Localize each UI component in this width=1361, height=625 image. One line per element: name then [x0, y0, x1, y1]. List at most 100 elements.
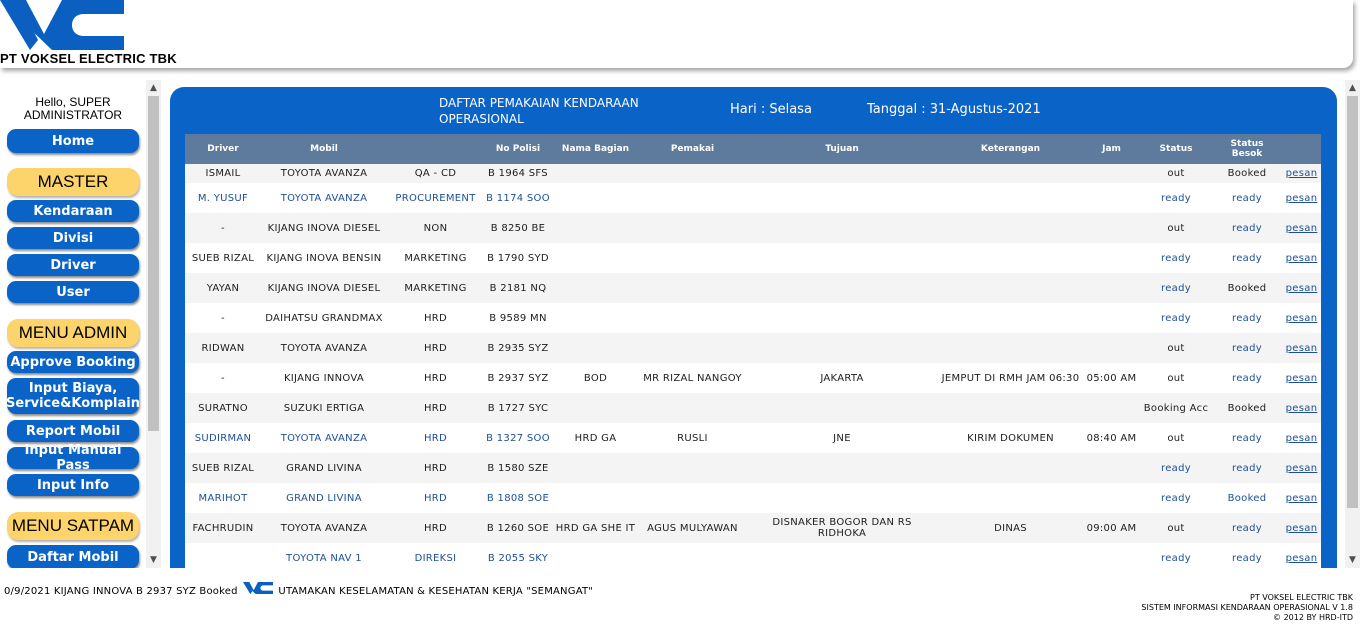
scroll-down-icon[interactable]: ▼ [146, 553, 161, 567]
pesan-link[interactable]: pesan [1286, 343, 1318, 354]
cell-besok: ready [1232, 552, 1262, 564]
cell-divisi: HRD [423, 312, 448, 324]
cell-mobil: TOYOTA AVANZA [280, 168, 368, 179]
cell-aksi: pesan [1282, 453, 1321, 483]
pesan-link[interactable]: pesan [1286, 523, 1318, 534]
cell-besok: ready [1232, 252, 1262, 264]
cell-divisi: HRD [423, 342, 448, 354]
sidebar-item-divisi[interactable]: Divisi [7, 227, 139, 249]
sidebar-item-input-biaya[interactable]: Input Biaya, Service&Komplain [6, 378, 140, 414]
cell-jam [1083, 543, 1140, 568]
cell-pemakai [639, 453, 746, 483]
credit-copyright: © 2012 BY HRD-ITD [1273, 613, 1353, 622]
scroll-down-icon[interactable]: ▼ [1345, 553, 1360, 567]
pesan-link[interactable]: pesan [1286, 313, 1318, 324]
cell-besok: Booked [1227, 282, 1267, 294]
cell-nopol: B 2181 NQ [489, 282, 547, 294]
cell-bagian: BOD [583, 372, 608, 384]
cell-aksi: pesan [1282, 513, 1321, 543]
cell-divisi: HRD [423, 372, 448, 384]
sidebar-item-home[interactable]: Home [7, 129, 139, 153]
col-keterangan: Keterangan [980, 144, 1041, 154]
scroll-up-icon[interactable]: ▲ [1345, 81, 1360, 95]
pesan-link[interactable]: pesan [1286, 283, 1318, 294]
cell-divisi: MARKETING [404, 252, 467, 264]
cell-driver [185, 543, 261, 568]
cell-aksi: pesan [1282, 164, 1321, 183]
app-header: PT VOKSEL ELECTRIC TBK [0, 0, 1353, 68]
pesan-link[interactable]: pesan [1286, 433, 1318, 444]
pesan-link[interactable]: pesan [1286, 463, 1318, 474]
cell-aksi: pesan [1282, 393, 1321, 423]
page-scroll-thumb[interactable] [1347, 96, 1358, 508]
cell-status: out [1167, 168, 1185, 179]
cell-pemakai [639, 543, 746, 568]
table-row: SUEB RIZAL KIJANG INOVA BENSIN MARKETING B … [185, 243, 1321, 273]
cell-mobil: DAIHATSU GRANDMAX [265, 312, 383, 324]
cell-bagian [552, 543, 639, 568]
cell-keterangan: JEMPUT DI RMH JAM 06:30 [941, 372, 1080, 384]
sidebar-item-input-manual-pass[interactable]: Input Manual Pass [7, 443, 139, 473]
cell-bagian: HRD GA [574, 432, 617, 444]
cell-status: Booking Acc [1143, 402, 1209, 414]
table-row: M. YUSUF TOYOTA AVANZA PROCUREMENT B 1174 S… [185, 183, 1321, 213]
col-status: Status [1159, 144, 1193, 154]
cell-jam: 05:00 AM [1086, 372, 1137, 384]
greeting: Hello, SUPER ADMINISTRATOR [23, 95, 123, 122]
sidebar-scroll-thumb[interactable] [148, 96, 159, 431]
table-row: ISMAIL TOYOTA AVANZA QA - CD B 1964 SFS out B… [185, 164, 1321, 183]
pesan-link[interactable]: pesan [1286, 403, 1318, 414]
cell-bagian [552, 183, 639, 213]
cell-bagian [552, 243, 639, 273]
cell-aksi: pesan [1282, 333, 1321, 363]
cell-mobil: KIJANG INOVA BENSIN [266, 252, 382, 264]
marquee-left-text: 0/9/2021 KIJANG INNOVA B 2937 SYZ Booked [4, 586, 238, 597]
table-row: TOYOTA NAV 1 DIREKSI B 2055 SKY ready ready p… [185, 543, 1321, 568]
sidebar-item-input-info[interactable]: Input Info [7, 474, 139, 496]
pesan-link[interactable]: pesan [1286, 223, 1318, 234]
page-scrollbar[interactable]: ▲ ▼ [1345, 80, 1360, 568]
cell-aksi: pesan [1282, 183, 1321, 213]
sidebar-item-approve-booking[interactable]: Approve Booking [7, 351, 139, 373]
cell-status: out [1167, 372, 1185, 384]
cell-driver: MARIHOT [198, 492, 248, 504]
table-header-row: Driver Mobil No Polisi Nama Bagian Pemak… [185, 134, 1321, 164]
pesan-link[interactable]: pesan [1286, 193, 1318, 204]
pesan-link[interactable]: pesan [1286, 253, 1318, 264]
cell-besok: Booked [1227, 402, 1267, 414]
vehicle-table: Driver Mobil No Polisi Nama Bagian Pemak… [185, 134, 1321, 568]
cell-mobil: TOYOTA AVANZA [280, 432, 368, 444]
sidebar-item-user[interactable]: User [7, 281, 139, 303]
col-tujuan: Tujuan [825, 144, 859, 154]
cell-jam: 08:40 AM [1086, 432, 1137, 444]
sidebar-item-kendaraan[interactable]: Kendaraan [7, 200, 139, 222]
cell-tujuan [746, 393, 938, 423]
scroll-up-icon[interactable]: ▲ [146, 81, 161, 95]
cell-mobil: TOYOTA AVANZA [280, 192, 368, 204]
cell-mobil: GRAND LIVINA [286, 462, 362, 474]
section-menu-admin: MENU ADMIN [7, 319, 139, 347]
cell-nopol: B 1327 SOO [486, 432, 550, 444]
cell-besok: Booked [1227, 492, 1267, 504]
sidebar-scrollbar[interactable]: ▲ ▼ [146, 80, 161, 568]
cell-besok: ready [1232, 312, 1262, 324]
pesan-link[interactable]: pesan [1286, 373, 1318, 384]
footer-credits: PT VOKSEL ELECTRIC TBK SISTEM INFORMASI … [1141, 593, 1353, 623]
cell-divisi: HRD [423, 402, 448, 414]
cell-pemakai [639, 393, 746, 423]
cell-bagian [552, 453, 639, 483]
cell-pemakai: RUSLI [677, 432, 708, 444]
cell-status: ready [1161, 252, 1191, 264]
pesan-link[interactable]: pesan [1286, 168, 1318, 179]
pesan-link[interactable]: pesan [1286, 553, 1318, 564]
cell-status: out [1167, 432, 1185, 444]
pesan-link[interactable]: pesan [1286, 493, 1318, 504]
sidebar-item-daftar-mobil[interactable]: Daftar Mobil [7, 545, 139, 568]
col-driver: Driver [207, 144, 239, 154]
cell-nopol: B 1727 SYC [487, 402, 549, 414]
sidebar-item-report-mobil[interactable]: Report Mobil [7, 420, 139, 442]
cell-status: ready [1161, 552, 1191, 564]
cell-nopol: B 1808 SOE [486, 492, 550, 504]
sidebar-item-driver[interactable]: Driver [7, 254, 139, 276]
table-row: YAYAN KIJANG INOVA DIESEL MARKETING B 2181 … [185, 273, 1321, 303]
